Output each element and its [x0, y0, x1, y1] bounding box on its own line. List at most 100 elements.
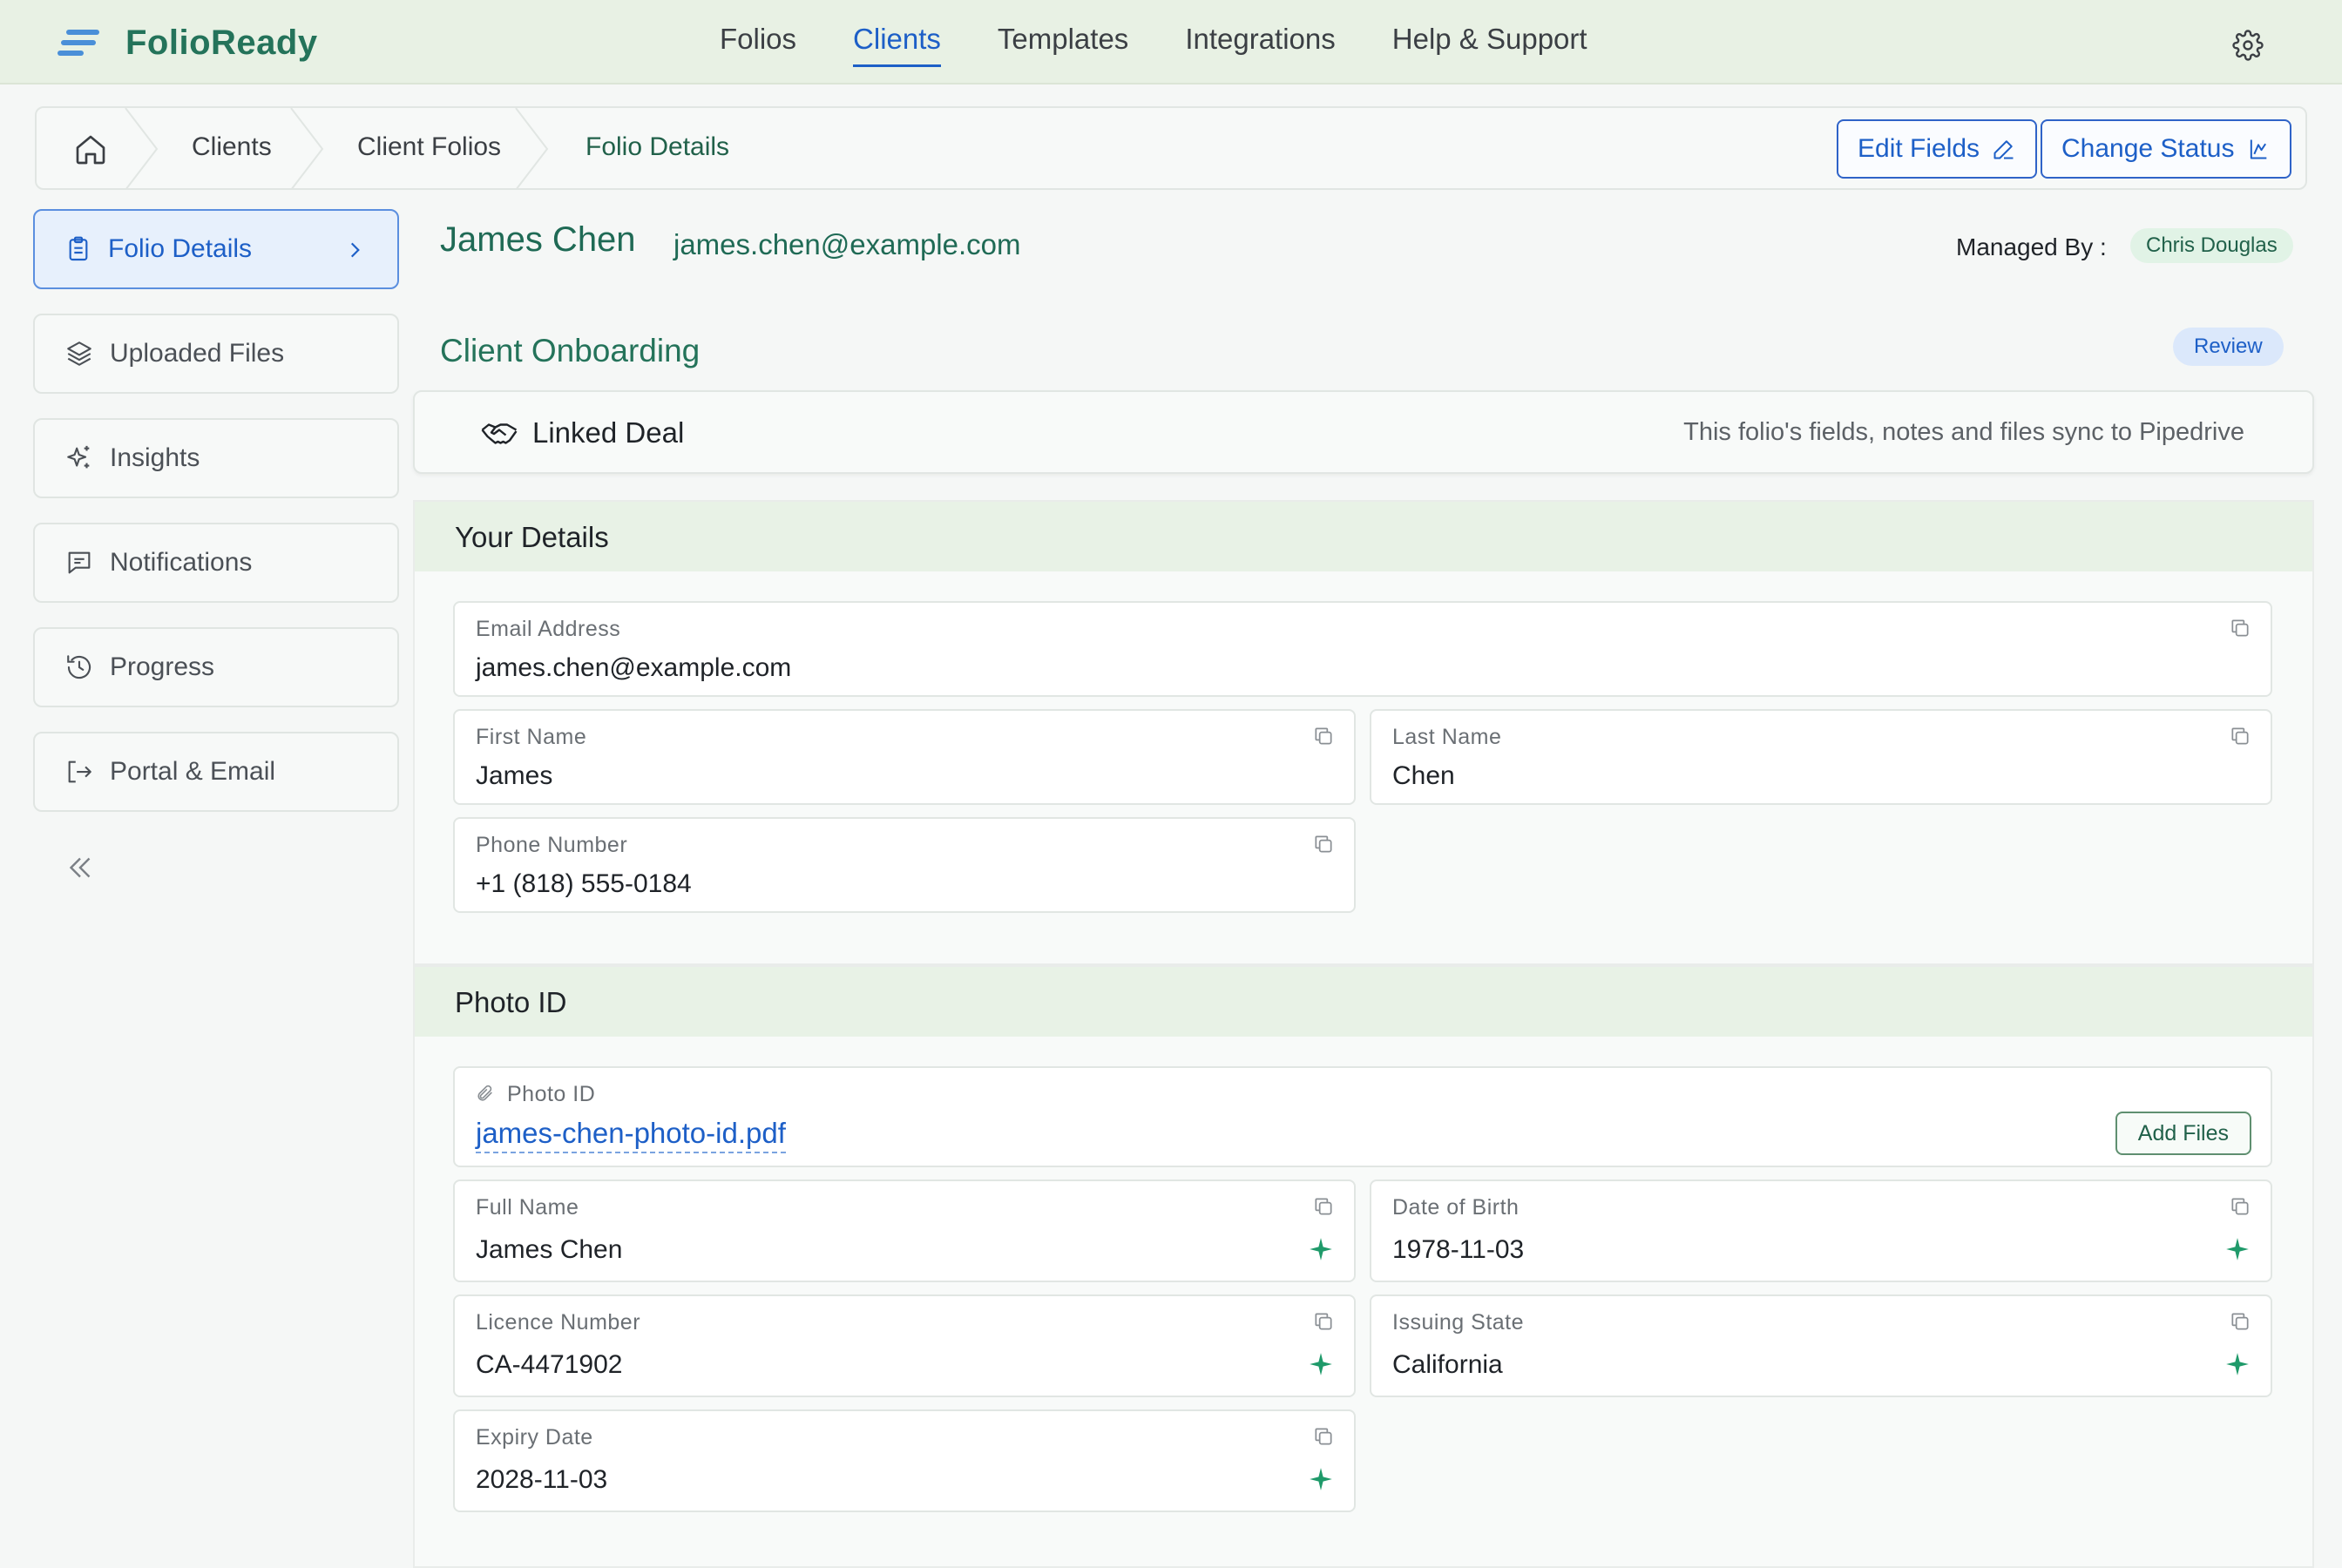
- handshake-icon: [481, 423, 518, 444]
- breadcrumb-folio-details: Folio Details: [586, 132, 730, 161]
- sparkles-icon: [67, 445, 90, 469]
- field-value: +1 (818) 555-0184: [476, 869, 692, 898]
- email-field[interactable]: Email Address james.chen@example.com: [453, 601, 2272, 697]
- field-value: California: [1392, 1350, 1503, 1379]
- collapse-sidebar-icon[interactable]: [63, 852, 98, 883]
- clipboard-icon: [69, 236, 88, 261]
- change-status-button[interactable]: Change Status: [2041, 119, 2292, 179]
- gear-icon[interactable]: [2232, 30, 2264, 61]
- licence-number-field[interactable]: Licence Number CA-4471902: [453, 1294, 1356, 1397]
- message-icon: [68, 551, 91, 574]
- field-value: CA-4471902: [476, 1350, 623, 1379]
- client-name: James Chen: [440, 220, 636, 259]
- breadcrumb: Clients Client Folios Folio Details Edit…: [35, 106, 2307, 190]
- field-label: Issuing State: [1392, 1310, 1525, 1335]
- ai-extracted-icon: [1310, 1468, 1332, 1490]
- copy-icon[interactable]: [1312, 1310, 1335, 1333]
- nav-folios[interactable]: Folios: [720, 23, 796, 67]
- nav-clients[interactable]: Clients: [853, 23, 941, 67]
- app-name: FolioReady: [125, 23, 318, 62]
- managed-by-badge[interactable]: Chris Douglas: [2130, 228, 2293, 263]
- breadcrumb-separator: [125, 108, 159, 190]
- field-label: Phone Number: [476, 833, 628, 857]
- breadcrumb-client-folios[interactable]: Client Folios: [357, 132, 501, 162]
- copy-icon[interactable]: [2229, 617, 2251, 639]
- sidebar-item-insights[interactable]: Insights: [33, 418, 399, 498]
- sidebar-item-folio-details[interactable]: Folio Details: [33, 209, 399, 289]
- field-label: Photo ID: [507, 1082, 596, 1106]
- linked-deal-card[interactable]: Linked Deal This folio's fields, notes a…: [413, 390, 2314, 474]
- sidebar-item-notifications[interactable]: Notifications: [33, 523, 399, 603]
- main-nav: Folios Clients Templates Integrations He…: [720, 23, 1644, 67]
- sidebar-item-label: Folio Details: [108, 234, 253, 263]
- expiry-date-field[interactable]: Expiry Date 2028-11-03: [453, 1409, 1356, 1512]
- field-label: Date of Birth: [1392, 1195, 1520, 1220]
- copy-icon[interactable]: [2229, 1195, 2251, 1218]
- breadcrumb-clients[interactable]: Clients: [192, 132, 272, 162]
- field-label: Email Address: [476, 617, 621, 641]
- chevron-right-icon: [350, 242, 360, 258]
- copy-icon[interactable]: [1312, 1195, 1335, 1218]
- last-name-field[interactable]: Last Name Chen: [1370, 709, 2272, 805]
- phone-field[interactable]: Phone Number +1 (818) 555-0184: [453, 817, 1356, 913]
- field-value: james.chen@example.com: [476, 653, 792, 682]
- sidebar-item-progress[interactable]: Progress: [33, 627, 399, 707]
- pencil-icon: [1993, 140, 2014, 159]
- section-title: Client Onboarding: [440, 333, 701, 368]
- sidebar-item-label: Portal & Email: [110, 757, 276, 786]
- nav-integrations[interactable]: Integrations: [1185, 23, 1335, 67]
- field-value: James: [476, 761, 553, 790]
- client-email[interactable]: james.chen@example.com: [673, 228, 1021, 261]
- field-label: Last Name: [1392, 725, 1502, 749]
- file-link[interactable]: james-chen-photo-id.pdf: [476, 1117, 786, 1153]
- ai-extracted-icon: [2226, 1353, 2249, 1375]
- field-label: Expiry Date: [476, 1425, 593, 1450]
- field-label: First Name: [476, 725, 587, 749]
- copy-icon[interactable]: [2229, 1310, 2251, 1333]
- ai-extracted-icon: [1310, 1238, 1332, 1260]
- issuing-state-field[interactable]: Issuing State California: [1370, 1294, 2272, 1397]
- breadcrumb-separator: [515, 108, 549, 190]
- nav-help-support[interactable]: Help & Support: [1392, 23, 1587, 67]
- edit-fields-button[interactable]: Edit Fields: [1837, 119, 2038, 179]
- sidebar-item-uploaded-files[interactable]: Uploaded Files: [33, 314, 399, 394]
- sidebar-item-label: Uploaded Files: [110, 339, 285, 368]
- copy-icon[interactable]: [2229, 725, 2251, 747]
- logo[interactable]: FolioReady: [58, 23, 318, 63]
- add-files-button[interactable]: Add Files: [2115, 1112, 2251, 1155]
- panel-title: Your Details: [415, 502, 2312, 571]
- paperclip-icon: [477, 1085, 492, 1101]
- sidebar-item-portal-email[interactable]: Portal & Email: [33, 732, 399, 812]
- sidebar-item-label: Insights: [110, 443, 200, 472]
- field-value: James Chen: [476, 1235, 623, 1264]
- field-value: Chen: [1392, 761, 1455, 790]
- layers-icon: [67, 341, 91, 366]
- top-bar: FolioReady Folios Clients Templates Inte…: [0, 0, 2342, 84]
- first-name-field[interactable]: First Name James: [453, 709, 1356, 805]
- sidebar-item-label: Notifications: [110, 548, 253, 577]
- logo-icon: [58, 28, 101, 57]
- field-value: 2028-11-03: [476, 1465, 608, 1494]
- home-icon[interactable]: [73, 132, 108, 167]
- your-details-panel: Your Details Email Address james.chen@ex…: [413, 500, 2314, 965]
- linked-deal-title: Linked Deal: [532, 416, 685, 449]
- logout-icon: [68, 760, 91, 783]
- dob-field[interactable]: Date of Birth 1978-11-03: [1370, 1179, 2272, 1282]
- copy-icon[interactable]: [1312, 1425, 1335, 1448]
- ai-extracted-icon: [1310, 1353, 1332, 1375]
- change-status-label: Change Status: [2061, 134, 2235, 163]
- field-label: Full Name: [476, 1195, 579, 1220]
- managed-by-label: Managed By :: [1956, 233, 2107, 260]
- copy-icon[interactable]: [1312, 833, 1335, 855]
- sidebar-item-label: Progress: [110, 652, 215, 681]
- photo-id-file-field: Photo ID james-chen-photo-id.pdf Add Fil…: [453, 1066, 2272, 1167]
- linked-deal-note: This folio's fields, notes and files syn…: [1683, 418, 2244, 446]
- panel-title: Photo ID: [415, 967, 2312, 1037]
- nav-templates[interactable]: Templates: [998, 23, 1128, 67]
- copy-icon[interactable]: [1312, 725, 1335, 747]
- field-value: 1978-11-03: [1392, 1235, 1525, 1264]
- full-name-field[interactable]: Full Name James Chen: [453, 1179, 1356, 1282]
- photo-id-panel: Photo ID Photo ID james-chen-photo-id.pd…: [413, 965, 2314, 1568]
- status-icon: [2251, 139, 2267, 159]
- history-icon: [67, 655, 91, 679]
